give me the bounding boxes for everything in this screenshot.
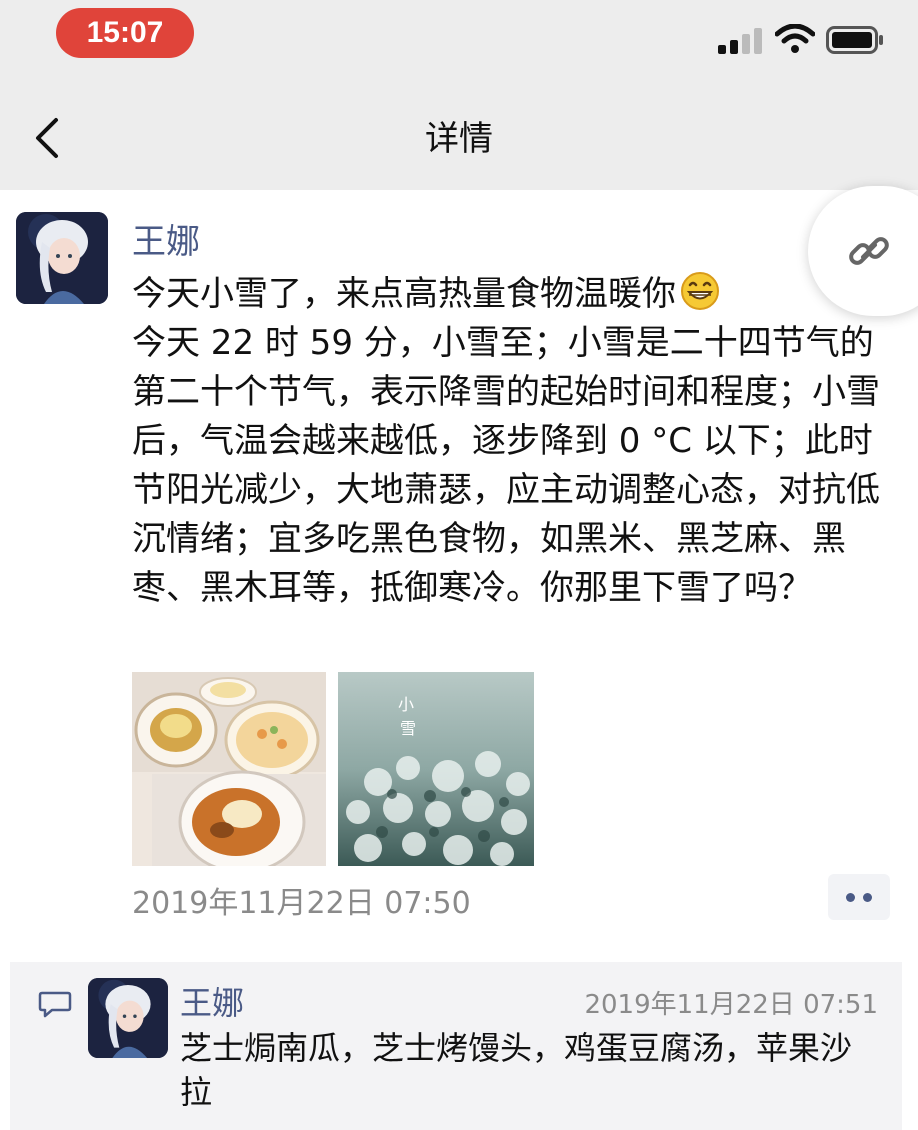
wifi-icon xyxy=(775,24,815,53)
avatar[interactable] xyxy=(16,212,108,304)
grinning-face-emoji xyxy=(681,272,719,310)
cellular-signal-icon xyxy=(718,28,762,54)
food-photo[interactable] xyxy=(132,672,326,866)
more-dots-icon xyxy=(846,892,855,902)
back-button[interactable] xyxy=(22,108,72,168)
post-timestamp: 2019年11月22日 07:50 xyxy=(132,886,471,921)
comment-text: 芝士焗南瓜，芝士烤馒头，鸡蛋豆腐汤，苹果沙拉 xyxy=(180,1029,853,1111)
page-title: 详情 xyxy=(425,118,493,159)
post-line-1: 今天小雪了，来点高热量食物温暖你 xyxy=(132,274,676,314)
status-bar: 15:07 xyxy=(0,0,918,80)
comment-avatar[interactable] xyxy=(88,978,168,1058)
post-line-2: 今天 22 时 59 分，小雪至；小雪是二十四节气的第二十个节气，表示降雪的起始… xyxy=(132,323,880,608)
more-button[interactable] xyxy=(828,874,890,920)
link-icon xyxy=(849,237,889,265)
nav-bar: 详情 xyxy=(0,80,918,190)
snow-photo[interactable]: 小 雪 xyxy=(338,672,534,866)
author-name[interactable]: 王娜 xyxy=(132,214,200,263)
svg-text:小: 小 xyxy=(398,695,414,714)
comment-icon xyxy=(38,991,72,1018)
comment-author[interactable]: 王娜 xyxy=(180,978,244,1024)
post-text: 今天小雪了，来点高热量食物温暖你 今天 22 时 59 分，小雪至；小雪是二十四… xyxy=(132,270,892,613)
battery-icon xyxy=(826,26,883,54)
chevron-left-icon xyxy=(36,118,58,158)
status-time: 15:07 xyxy=(56,8,194,58)
comment-timestamp: 2019年11月22日 07:51 xyxy=(584,990,878,1020)
svg-text:雪: 雪 xyxy=(400,719,416,738)
